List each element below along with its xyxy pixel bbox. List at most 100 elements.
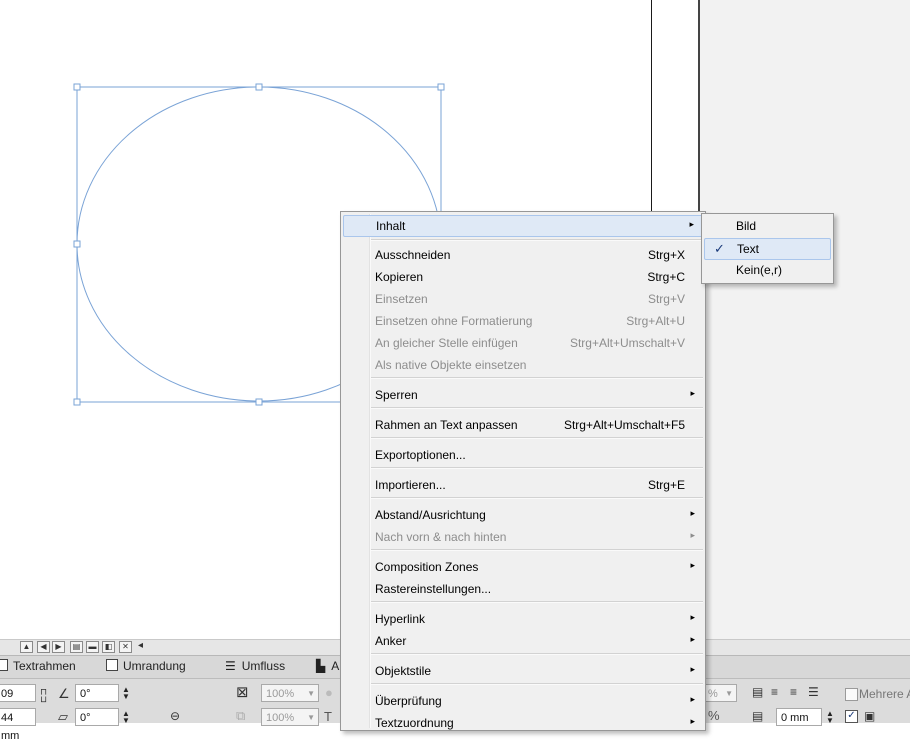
- percent-value: %: [708, 688, 718, 700]
- menu-item-shortcut: Strg+C: [647, 270, 685, 284]
- tab-textrahmen[interactable]: Textrahmen: [0, 659, 76, 673]
- preview-icon[interactable]: ▤: [70, 641, 83, 653]
- menu-item-shortcut: Strg+V: [647, 292, 685, 306]
- menu-item-inhalt[interactable]: Inhalt ▸: [343, 215, 703, 237]
- submenu-item-kein-e-r[interactable]: Kein(e,r): [704, 260, 831, 282]
- dropdown-icon: ▼: [725, 689, 733, 698]
- menu-item-an-gleicher-stelle-einfügen: An gleicher Stelle einfügen Strg+Alt+Umsc…: [343, 333, 703, 355]
- menu-item-abstand-ausrichtung[interactable]: Abstand/Ausrichtung ▸: [343, 505, 703, 527]
- submenu-item-label: Text: [737, 242, 760, 256]
- align-top-icon[interactable]: ▤: [752, 685, 763, 699]
- first-page-icon[interactable]: ▲: [20, 641, 33, 653]
- link-icon[interactable]: ⊏⊐: [39, 688, 49, 703]
- submenu-arrow-icon: ▸: [690, 530, 695, 540]
- menu-item-label: Kopieren: [375, 270, 424, 284]
- rotation-angle-field[interactable]: 0°: [75, 684, 119, 702]
- justify-icon[interactable]: ☰: [808, 685, 819, 699]
- menu-item-label: Einsetzen: [375, 292, 428, 306]
- view-mode-icon[interactable]: ◧: [102, 641, 115, 653]
- menu-separator: [371, 601, 703, 603]
- rotation-spinner[interactable]: ▲ ▼: [122, 686, 130, 701]
- inset-checkbox[interactable]: ✓: [845, 710, 858, 723]
- menu-item-überprüfung[interactable]: Überprüfung ▸: [343, 691, 703, 713]
- menu-item-hyperlink[interactable]: Hyperlink ▸: [343, 609, 703, 631]
- menu-item-shortcut: Strg+X: [647, 248, 685, 262]
- menu-item-label: Rahmen an Text anpassen: [375, 418, 518, 432]
- menu-item-label: Einsetzen ohne Formatierung: [375, 314, 533, 328]
- menu-separator: [371, 407, 703, 409]
- menu-item-anker[interactable]: Anker ▸: [343, 631, 703, 653]
- mehrere-checkbox[interactable]: [845, 688, 858, 701]
- menu-item-rastereinstellungen[interactable]: Rastereinstellungen...: [343, 579, 703, 601]
- umfluss-icon: ☰: [225, 659, 236, 673]
- menu-item-composition-zones[interactable]: Composition Zones ▸: [343, 557, 703, 579]
- dropdown-icon: ▼: [307, 713, 315, 722]
- menu-item-label: Objektstile: [375, 664, 432, 678]
- menu-item-exportoptionen[interactable]: Exportoptionen...: [343, 445, 703, 467]
- align-bottom-icon[interactable]: ≡: [790, 685, 797, 699]
- menu-item-label: Inhalt: [376, 219, 406, 233]
- align-middle-icon[interactable]: ≡: [771, 685, 778, 699]
- tab-label: Umfluss: [241, 659, 286, 673]
- menu-item-objektstile[interactable]: Objektstile ▸: [343, 661, 703, 683]
- submenu-item-text[interactable]: ✓ Text: [704, 238, 831, 260]
- scroll-left-icon[interactable]: ◂: [138, 640, 143, 651]
- tab-label: A: [331, 659, 340, 673]
- submenu-item-bild[interactable]: Bild: [704, 216, 831, 238]
- menu-item-shortcut: Strg+Alt+Umschalt+F5: [563, 418, 685, 432]
- submenu-arrow-icon: ▸: [690, 560, 695, 570]
- submenu-arrow-icon: ▸: [690, 664, 695, 674]
- tab-label: Textrahmen: [13, 659, 76, 673]
- scale-y-value: 100%: [266, 712, 295, 724]
- menu-item-label: Nach vorn & nach hinten: [375, 530, 507, 544]
- tab-a[interactable]: ▙ A: [316, 659, 339, 673]
- stroke-none-icon[interactable]: ⊠: [236, 683, 249, 701]
- menu-item-label: Als native Objekte einsetzen: [375, 358, 527, 372]
- inset-icon[interactable]: ▤: [752, 709, 763, 723]
- scale-x-value: 100%: [266, 688, 295, 700]
- menu-item-textzuordnung[interactable]: Textzuordnung ▸: [343, 713, 703, 735]
- scale-x-field[interactable]: 100% ▼: [261, 684, 319, 702]
- menu-separator: [371, 683, 703, 685]
- rotation-angle-icon: ∠: [58, 686, 70, 701]
- submenu-arrow-icon: ▸: [690, 388, 695, 398]
- menu-item-label: Überprüfung: [375, 694, 442, 708]
- tab-label: Umrandung: [123, 659, 186, 673]
- prev-page-icon[interactable]: ◀: [37, 641, 50, 653]
- menu-separator: [371, 239, 703, 241]
- menu-separator: [371, 653, 703, 655]
- x-position-field[interactable]: 09 mm: [0, 684, 36, 718]
- menu-item-label: Rastereinstellungen...: [375, 582, 492, 596]
- toggle-icon[interactable]: ●: [325, 685, 333, 700]
- menu-separator: [371, 377, 703, 379]
- shear-angle-field[interactable]: 0°: [75, 708, 119, 726]
- percent-symbol: %: [708, 708, 720, 723]
- scale-y-field[interactable]: 100% ▼: [261, 708, 319, 726]
- tab-umrandung[interactable]: Umrandung: [106, 659, 186, 673]
- next-page-icon[interactable]: ▶: [52, 641, 65, 653]
- pasteboard: [700, 0, 910, 640]
- tab-umfluss[interactable]: ☰ Umfluss: [225, 659, 285, 673]
- mehrere-label: Mehrere A: [859, 687, 910, 701]
- menu-item-rahmen-an-text-anpassen[interactable]: Rahmen an Text anpassen Strg+Alt+Umschalt…: [343, 415, 703, 437]
- rotate-icon[interactable]: ⊖: [170, 709, 180, 723]
- menu-item-importieren[interactable]: Importieren... Strg+E: [343, 475, 703, 497]
- menu-item-einsetzen-ohne-formatierung: Einsetzen ohne Formatierung Strg+Alt+U: [343, 311, 703, 333]
- submenu-arrow-icon: ▸: [690, 508, 695, 518]
- submenu-arrow-icon: ▸: [689, 219, 694, 229]
- percent-field[interactable]: % ▼: [703, 684, 737, 702]
- y-position-field[interactable]: 44 mm: [0, 708, 36, 742]
- menu-item-sperren[interactable]: Sperren ▸: [343, 385, 703, 407]
- inset-field[interactable]: 0 mm: [776, 708, 822, 726]
- menu-item-einsetzen: Einsetzen Strg+V: [343, 289, 703, 311]
- menu-item-label: Exportoptionen...: [375, 448, 466, 462]
- layout-icon[interactable]: ▬: [86, 641, 99, 653]
- submenu-item-label: Bild: [736, 219, 757, 233]
- menu-item-ausschneiden[interactable]: Ausschneiden Strg+X: [343, 245, 703, 267]
- menu-item-kopieren[interactable]: Kopieren Strg+C: [343, 267, 703, 289]
- frame-fit-icon[interactable]: ▣: [864, 709, 875, 723]
- dropdown-icon: ▼: [307, 689, 315, 698]
- menu-item-als-native-objekte-einsetzen: Als native Objekte einsetzen: [343, 355, 703, 377]
- cross-icon[interactable]: ✕: [119, 641, 132, 653]
- menu-item-label: Textzuordnung: [375, 716, 454, 730]
